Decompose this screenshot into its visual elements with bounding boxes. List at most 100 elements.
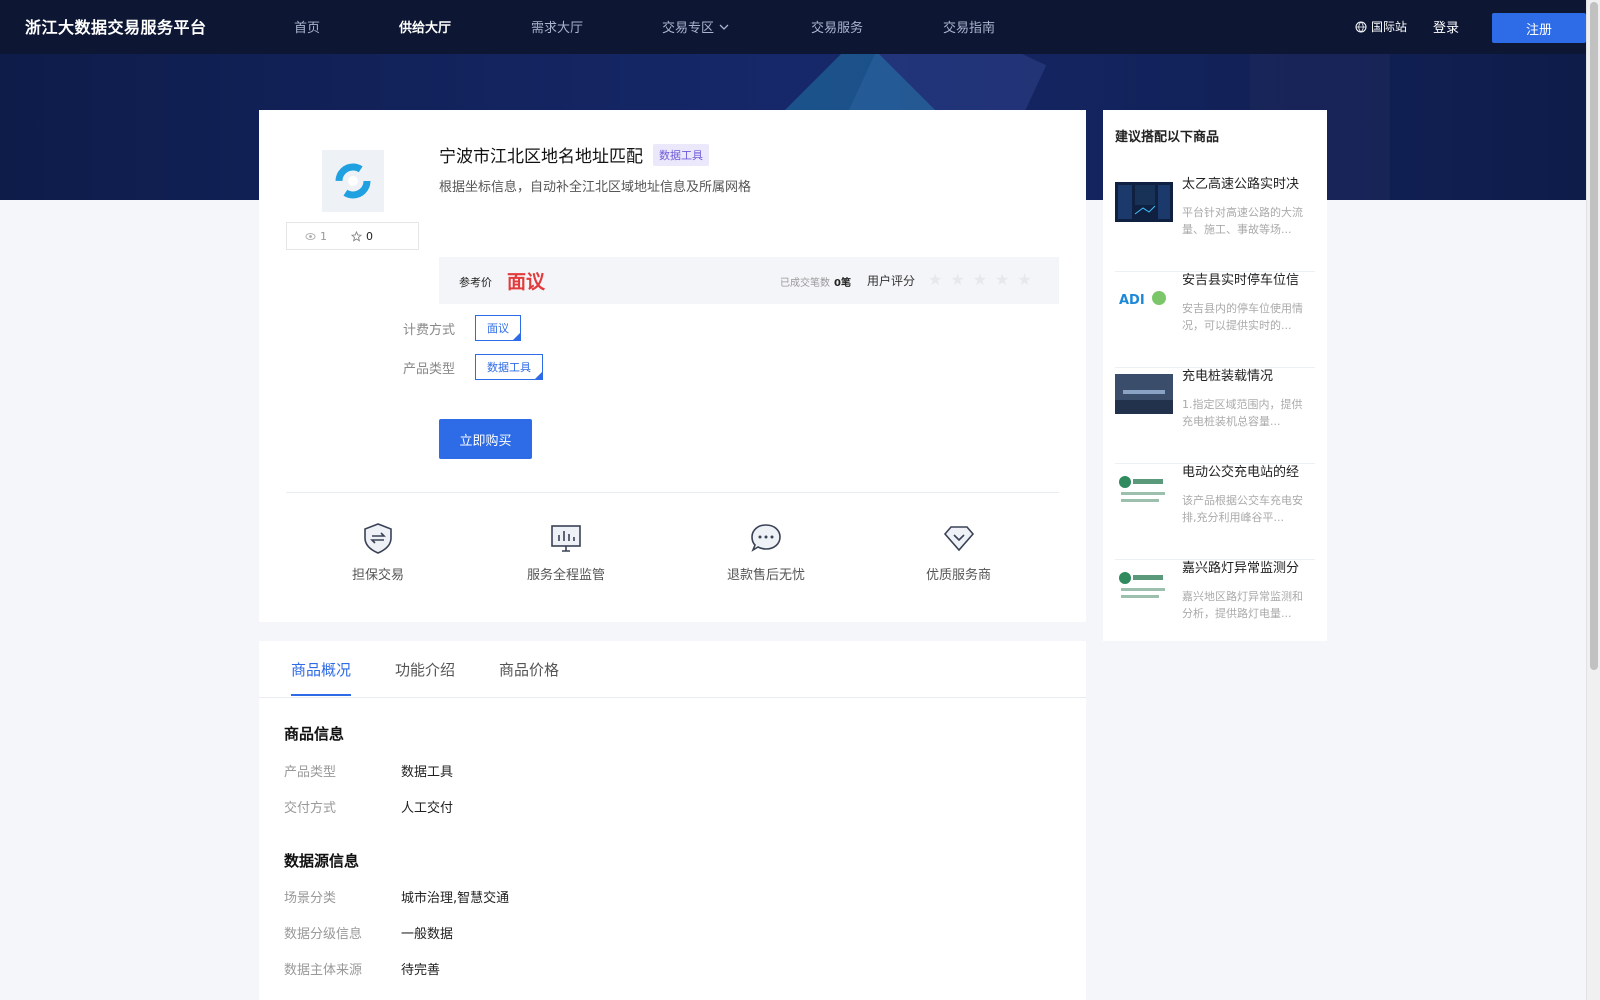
recommend-item-desc: 平台针对高速公路的大流量、施工、事故等场...	[1182, 206, 1303, 236]
scrollbar-thumb[interactable]	[1590, 2, 1598, 670]
view-count-value: 1	[320, 229, 327, 243]
product-title: 宁波市江北区地名地址匹配 数据工具	[439, 142, 709, 167]
tab-features[interactable]: 功能介绍	[395, 659, 455, 694]
thumbnail-grid-logo	[1115, 470, 1173, 510]
detail-value: 待完善	[401, 963, 441, 978]
nav-home[interactable]: 首页	[294, 17, 320, 36]
trade-count-value: 0笔	[834, 278, 851, 289]
recommend-item-desc: 安吉县内的停车位使用情况，可以提供实时的...	[1182, 302, 1303, 332]
rating-star-icon: ★	[1017, 270, 1032, 289]
login-link[interactable]: 登录	[1433, 17, 1459, 36]
favorite-count[interactable]: 0	[351, 230, 373, 243]
rating-star-icon: ★	[972, 270, 988, 289]
buy-now-button[interactable]: 立即购买	[439, 419, 532, 459]
recommend-item-name: 太乙高速公路实时决	[1182, 177, 1300, 192]
billing-option[interactable]: 面议	[475, 315, 522, 341]
recommend-item[interactable]: ADI 安吉县实时停车位信 安吉县内的停车位使用情况，可以提供实时的...	[1115, 272, 1315, 368]
detail-row: 场景分类 城市治理,智慧交通	[284, 887, 509, 906]
intl-site-label: 国际站	[1371, 20, 1408, 34]
detail-row: 数据主体来源 待完善	[284, 959, 440, 978]
detail-key: 数据分级信息	[284, 927, 363, 942]
price-value: 面议	[507, 271, 546, 293]
recommend-item-name: 电动公交充电站的经	[1182, 465, 1300, 480]
type-label: 产品类型	[403, 361, 456, 377]
detail-value: 人工交付	[401, 801, 454, 816]
detail-key: 产品类型	[284, 765, 337, 780]
thumbnail-charging	[1115, 374, 1173, 414]
nav-trade-zone-label: 交易专区	[662, 21, 715, 36]
trade-count-label: 已成交笔数	[780, 278, 830, 289]
recommend-item-desc: 嘉兴地区路灯异常监测和分析，提供路灯电量...	[1182, 590, 1303, 620]
rating-star-icon: ★	[950, 270, 965, 289]
recommend-item[interactable]: 充电桩装载情况 1.指定区域范围内，提供充电桩装机总容量...	[1115, 368, 1315, 464]
favorite-count-value: 0	[366, 229, 373, 243]
product-logo-icon	[335, 163, 371, 199]
feature-label: 退款售后无忧	[727, 568, 806, 583]
feature-refund: 退款售后无忧	[727, 520, 805, 583]
thumbnail-logo: ADI	[1115, 278, 1173, 318]
detail-row: 产品类型 数据工具	[284, 761, 453, 780]
recommend-item-name: 安吉县实时停车位信	[1182, 273, 1300, 288]
product-description: 根据坐标信息，自动补全江北区域地址信息及所属网格	[439, 180, 752, 195]
intl-site-link[interactable]: 国际站	[1355, 18, 1407, 35]
brand-logo[interactable]: 浙江大数据交易服务平台	[25, 14, 207, 38]
chat-bubble-icon	[751, 524, 781, 552]
product-stats: 1 0	[286, 222, 419, 250]
tab-pricing[interactable]: 商品价格	[499, 659, 559, 694]
detail-row: 交付方式 人工交付	[284, 797, 453, 816]
svg-text:ADI: ADI	[1119, 293, 1145, 308]
rating-star-icon: ★	[928, 270, 943, 289]
recommend-item[interactable]: 嘉兴路灯异常监测分 嘉兴地区路灯异常监测和分析，提供路灯电量...	[1115, 560, 1315, 656]
top-nav: 浙江大数据交易服务平台 首页 供给大厅 需求大厅 交易专区 交易服务 交易指南 …	[0, 0, 1586, 54]
type-option[interactable]: 数据工具	[475, 354, 544, 380]
recommend-item-desc: 该产品根据公交车充电安排,充分利用峰谷平...	[1182, 494, 1303, 524]
page-scrollbar[interactable]	[1586, 0, 1600, 1000]
detail-key: 数据主体来源	[284, 963, 363, 978]
recommend-item-name: 充电桩装载情况	[1182, 369, 1274, 384]
recommend-item[interactable]: 太乙高速公路实时决 平台针对高速公路的大流量、施工、事故等场...	[1115, 176, 1315, 272]
nav-trade-guide[interactable]: 交易指南	[943, 17, 995, 36]
billing-row: 计费方式 面议	[403, 315, 522, 341]
trade-count: 已成交笔数 0笔	[780, 274, 851, 289]
rating-star-icon: ★	[995, 270, 1010, 289]
feature-guarantee: 担保交易	[352, 520, 404, 583]
detail-value: 城市治理,智慧交通	[401, 891, 510, 906]
monitor-chart-icon	[551, 525, 581, 552]
sidebar-title: 建议搭配以下商品	[1115, 130, 1220, 145]
product-title-text: 宁波市江北区地名地址匹配	[439, 147, 643, 167]
price-bar: 参考价 面议 已成交笔数 0笔 用户评分 ★ ★ ★ ★ ★	[439, 257, 1059, 304]
nav-supply-hall[interactable]: 供给大厅	[399, 17, 451, 36]
register-button[interactable]: 注册	[1492, 13, 1586, 43]
price-label: 参考价	[459, 276, 492, 289]
section-heading: 商品信息	[284, 725, 345, 743]
star-icon	[351, 230, 362, 242]
nav-demand-hall[interactable]: 需求大厅	[531, 17, 583, 36]
detail-value: 一般数据	[401, 927, 454, 942]
recommend-item[interactable]: 电动公交充电站的经 该产品根据公交车充电安排,充分利用峰谷平...	[1115, 464, 1315, 560]
rating-stars: ★ ★ ★ ★ ★	[928, 270, 1032, 289]
detail-key: 场景分类	[284, 891, 337, 906]
type-row: 产品类型 数据工具	[403, 354, 544, 380]
feature-supervision: 服务全程监管	[527, 520, 605, 583]
view-count: 1	[305, 230, 327, 243]
globe-icon	[1355, 21, 1367, 32]
product-logo	[322, 150, 384, 212]
detail-value: 数据工具	[401, 765, 454, 780]
feature-label: 担保交易	[352, 568, 405, 583]
recommendation-sidebar: 建议搭配以下商品 太乙高速公路实时决 平台针对高速公路的大流量、施工、事故等场.…	[1103, 110, 1327, 641]
nav-trade-service[interactable]: 交易服务	[811, 17, 863, 36]
feature-label: 服务全程监管	[527, 568, 606, 583]
shield-icon	[364, 523, 392, 554]
recommend-item-desc: 1.指定区域范围内，提供充电桩装机总容量...	[1182, 398, 1303, 428]
product-card: 1 0 宁波市江北区地名地址匹配 数据工具 根据坐标信息，自动补全江北区域地址信…	[259, 110, 1086, 622]
eye-icon	[305, 232, 316, 240]
nav-trade-zone[interactable]: 交易专区	[662, 17, 729, 36]
divider	[286, 492, 1059, 493]
feature-quality: 优质服务商	[926, 520, 991, 583]
billing-label: 计费方式	[403, 322, 456, 338]
product-tag: 数据工具	[653, 143, 709, 166]
tab-overview[interactable]: 商品概况	[291, 659, 352, 696]
detail-tabs: 商品概况 功能介绍 商品价格	[259, 641, 1086, 698]
feature-label: 优质服务商	[926, 568, 992, 583]
chevron-down-icon	[719, 24, 729, 30]
